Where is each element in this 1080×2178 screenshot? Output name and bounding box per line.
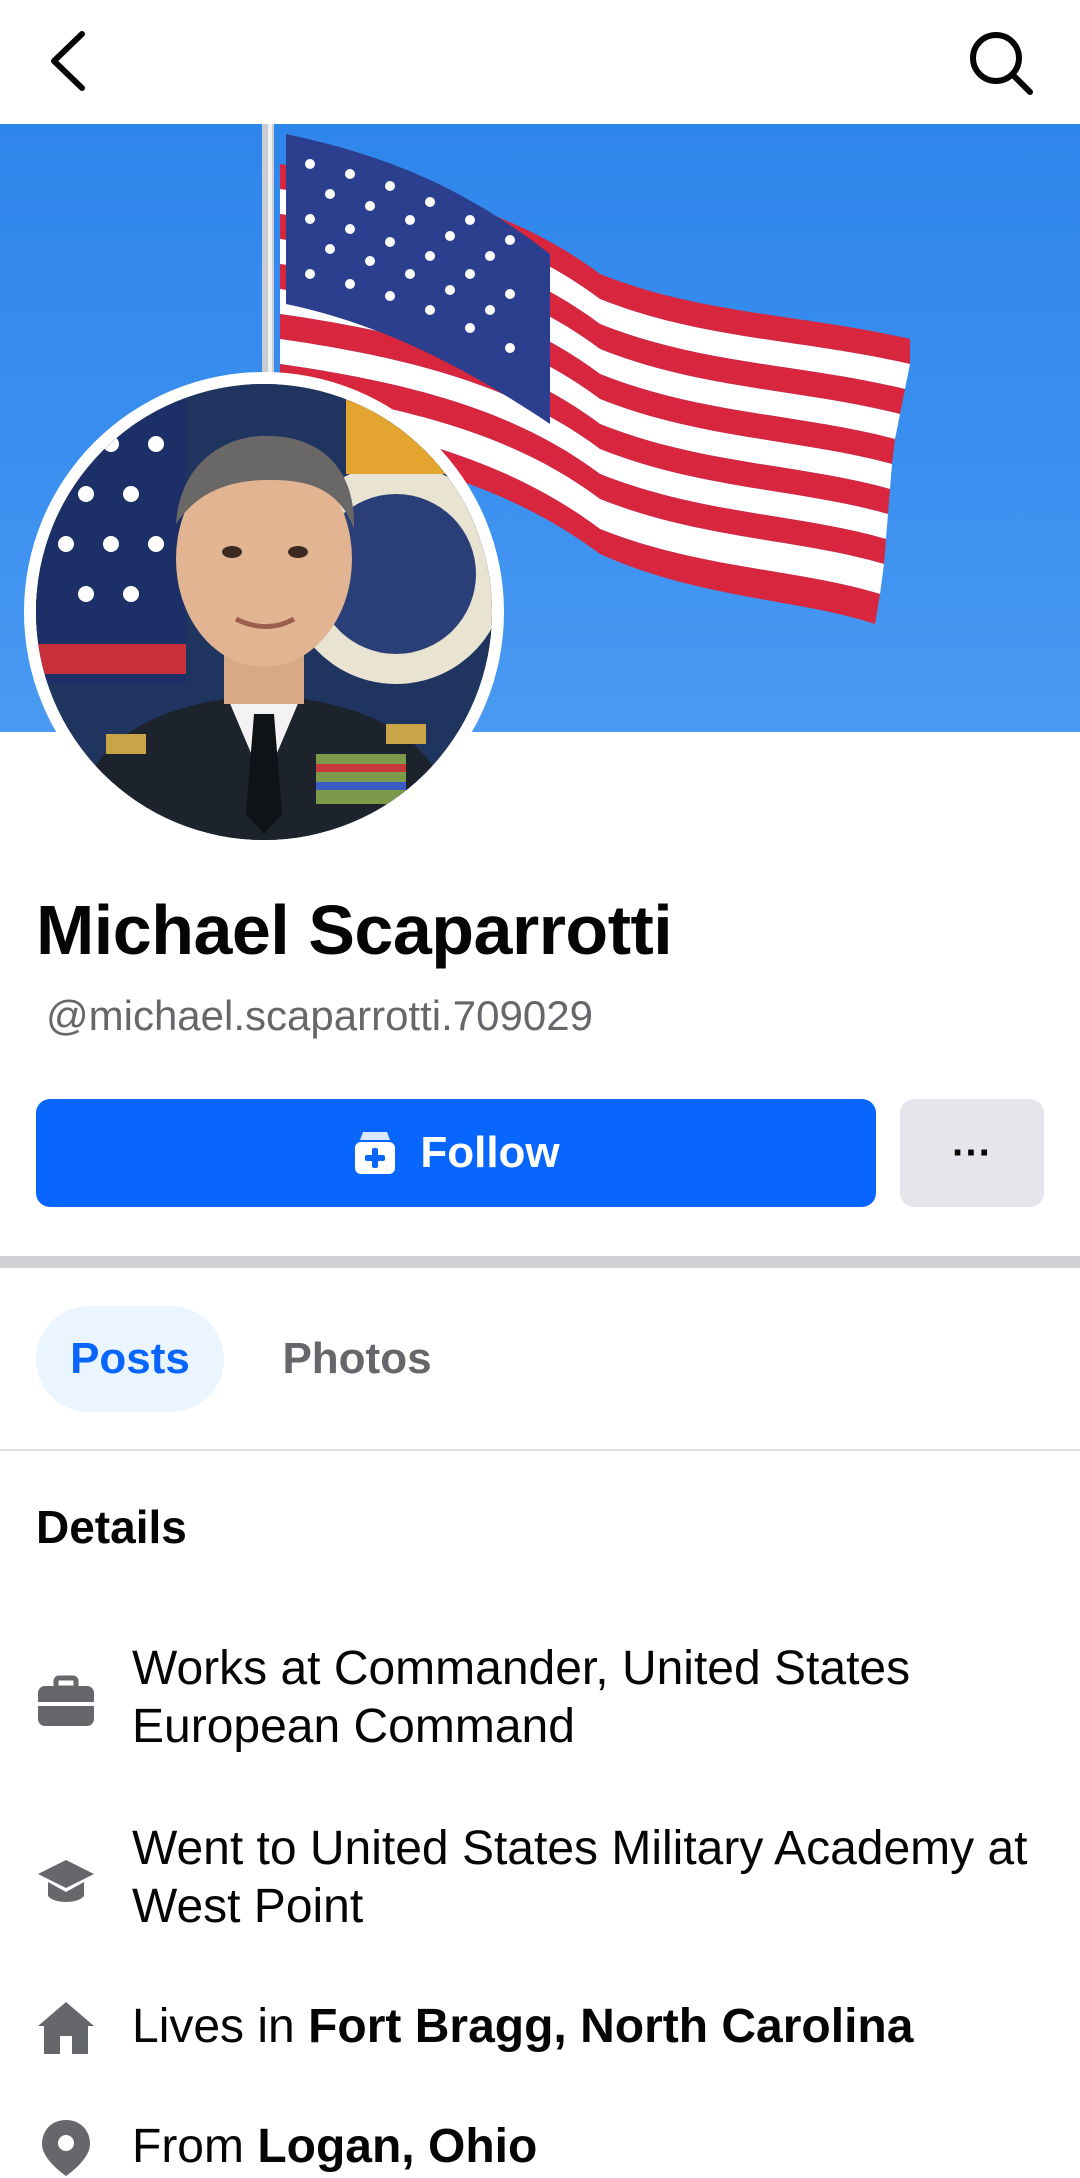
briefcase-icon — [38, 1675, 94, 1726]
follow-button-label: Follow — [420, 1128, 560, 1177]
detail-from-prefix: From — [132, 2120, 258, 2173]
details-heading: Details — [36, 1501, 187, 1553]
tabs-divider — [0, 1449, 1080, 1451]
section-divider — [0, 1256, 1080, 1268]
detail-from-text: From Logan, Ohio — [132, 2118, 1032, 2176]
more-options-label: ··· — [952, 1130, 992, 1175]
top-bar — [0, 0, 1080, 124]
search-icon[interactable] — [964, 26, 1036, 98]
back-arrow-icon[interactable] — [40, 26, 100, 96]
graduation-cap-icon — [38, 1860, 94, 1902]
detail-from-place[interactable]: Logan, Ohio — [257, 2120, 537, 2173]
detail-lives-in-prefix: Lives in — [132, 2000, 309, 2053]
more-options-button[interactable]: ··· — [900, 1099, 1044, 1207]
detail-work-text: Works at Commander, United States Europe… — [132, 1642, 911, 1753]
avatar[interactable] — [36, 384, 492, 840]
home-icon — [38, 2002, 94, 2054]
profile-name: Michael Scaparrotti — [36, 891, 673, 969]
detail-education-text: Went to United States Military Academy a… — [132, 1822, 1028, 1933]
tab-posts[interactable]: Posts — [36, 1306, 224, 1412]
profile-handle: @michael.scaparrotti.709029 — [46, 992, 593, 1039]
follow-button[interactable]: Follow — [36, 1099, 876, 1207]
tab-posts-label: Posts — [70, 1334, 190, 1383]
tab-photos-label: Photos — [282, 1334, 432, 1383]
follow-user-plus-icon — [355, 1132, 396, 1174]
profile-photo-image — [36, 384, 492, 840]
detail-lives-in-text: Lives in Fort Bragg, North Carolina — [132, 1998, 1032, 2056]
tab-photos[interactable]: Photos — [262, 1306, 452, 1412]
detail-lives-in-place[interactable]: Fort Bragg, North Carolina — [308, 2000, 913, 2053]
location-pin-icon — [42, 2120, 90, 2176]
